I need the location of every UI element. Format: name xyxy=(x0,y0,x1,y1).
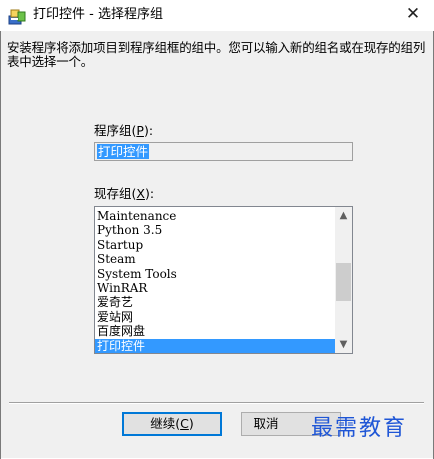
continue-button[interactable]: 继续(C) xyxy=(122,412,222,436)
list-item[interactable]: Startup xyxy=(95,238,335,252)
scrollbar-thumb[interactable] xyxy=(336,263,351,301)
window-title: 打印控件 - 选择程序组 xyxy=(33,7,163,22)
list-items: Maintenance Python 3.5 Startup Steam System … xyxy=(95,209,335,353)
list-item[interactable]: System Tools xyxy=(95,267,335,281)
list-item[interactable]: WinRAR xyxy=(95,281,335,295)
list-scrollbar[interactable]: ▲ ▼ xyxy=(335,207,352,353)
close-icon[interactable]: ✕ xyxy=(402,3,424,25)
list-item[interactable]: 爱奇艺 xyxy=(95,295,335,309)
existing-groups-label: 现存组(X): xyxy=(94,186,155,201)
title-bar: 打印控件 - 选择程序组 ✕ xyxy=(0,0,434,31)
chevron-down-icon[interactable]: ▼ xyxy=(335,336,352,353)
watermark: 最需教育 xyxy=(311,416,408,441)
program-group-value: 打印控件 xyxy=(97,144,150,159)
list-item[interactable]: Maintenance xyxy=(95,209,335,223)
chevron-up-icon[interactable]: ▲ xyxy=(335,207,352,224)
list-item[interactable]: 百度网盘 xyxy=(95,324,335,338)
list-item[interactable]: 打印控件 xyxy=(95,338,335,353)
instruction-text: 安装程序将添加项目到程序组框的组中。您可以输入新的组名或在现存的组列表中选择一个… xyxy=(7,40,426,69)
list-item[interactable]: Steam xyxy=(95,252,335,266)
list-item[interactable]: Python 3.5 xyxy=(95,223,335,237)
program-group-input[interactable]: 打印控件 xyxy=(94,142,353,161)
installer-icon xyxy=(8,9,26,25)
separator xyxy=(9,402,424,404)
existing-groups-list[interactable]: Maintenance Python 3.5 Startup Steam System … xyxy=(94,206,353,354)
program-group-label: 程序组(P): xyxy=(94,123,154,138)
list-item[interactable]: 爱站网 xyxy=(95,310,335,324)
